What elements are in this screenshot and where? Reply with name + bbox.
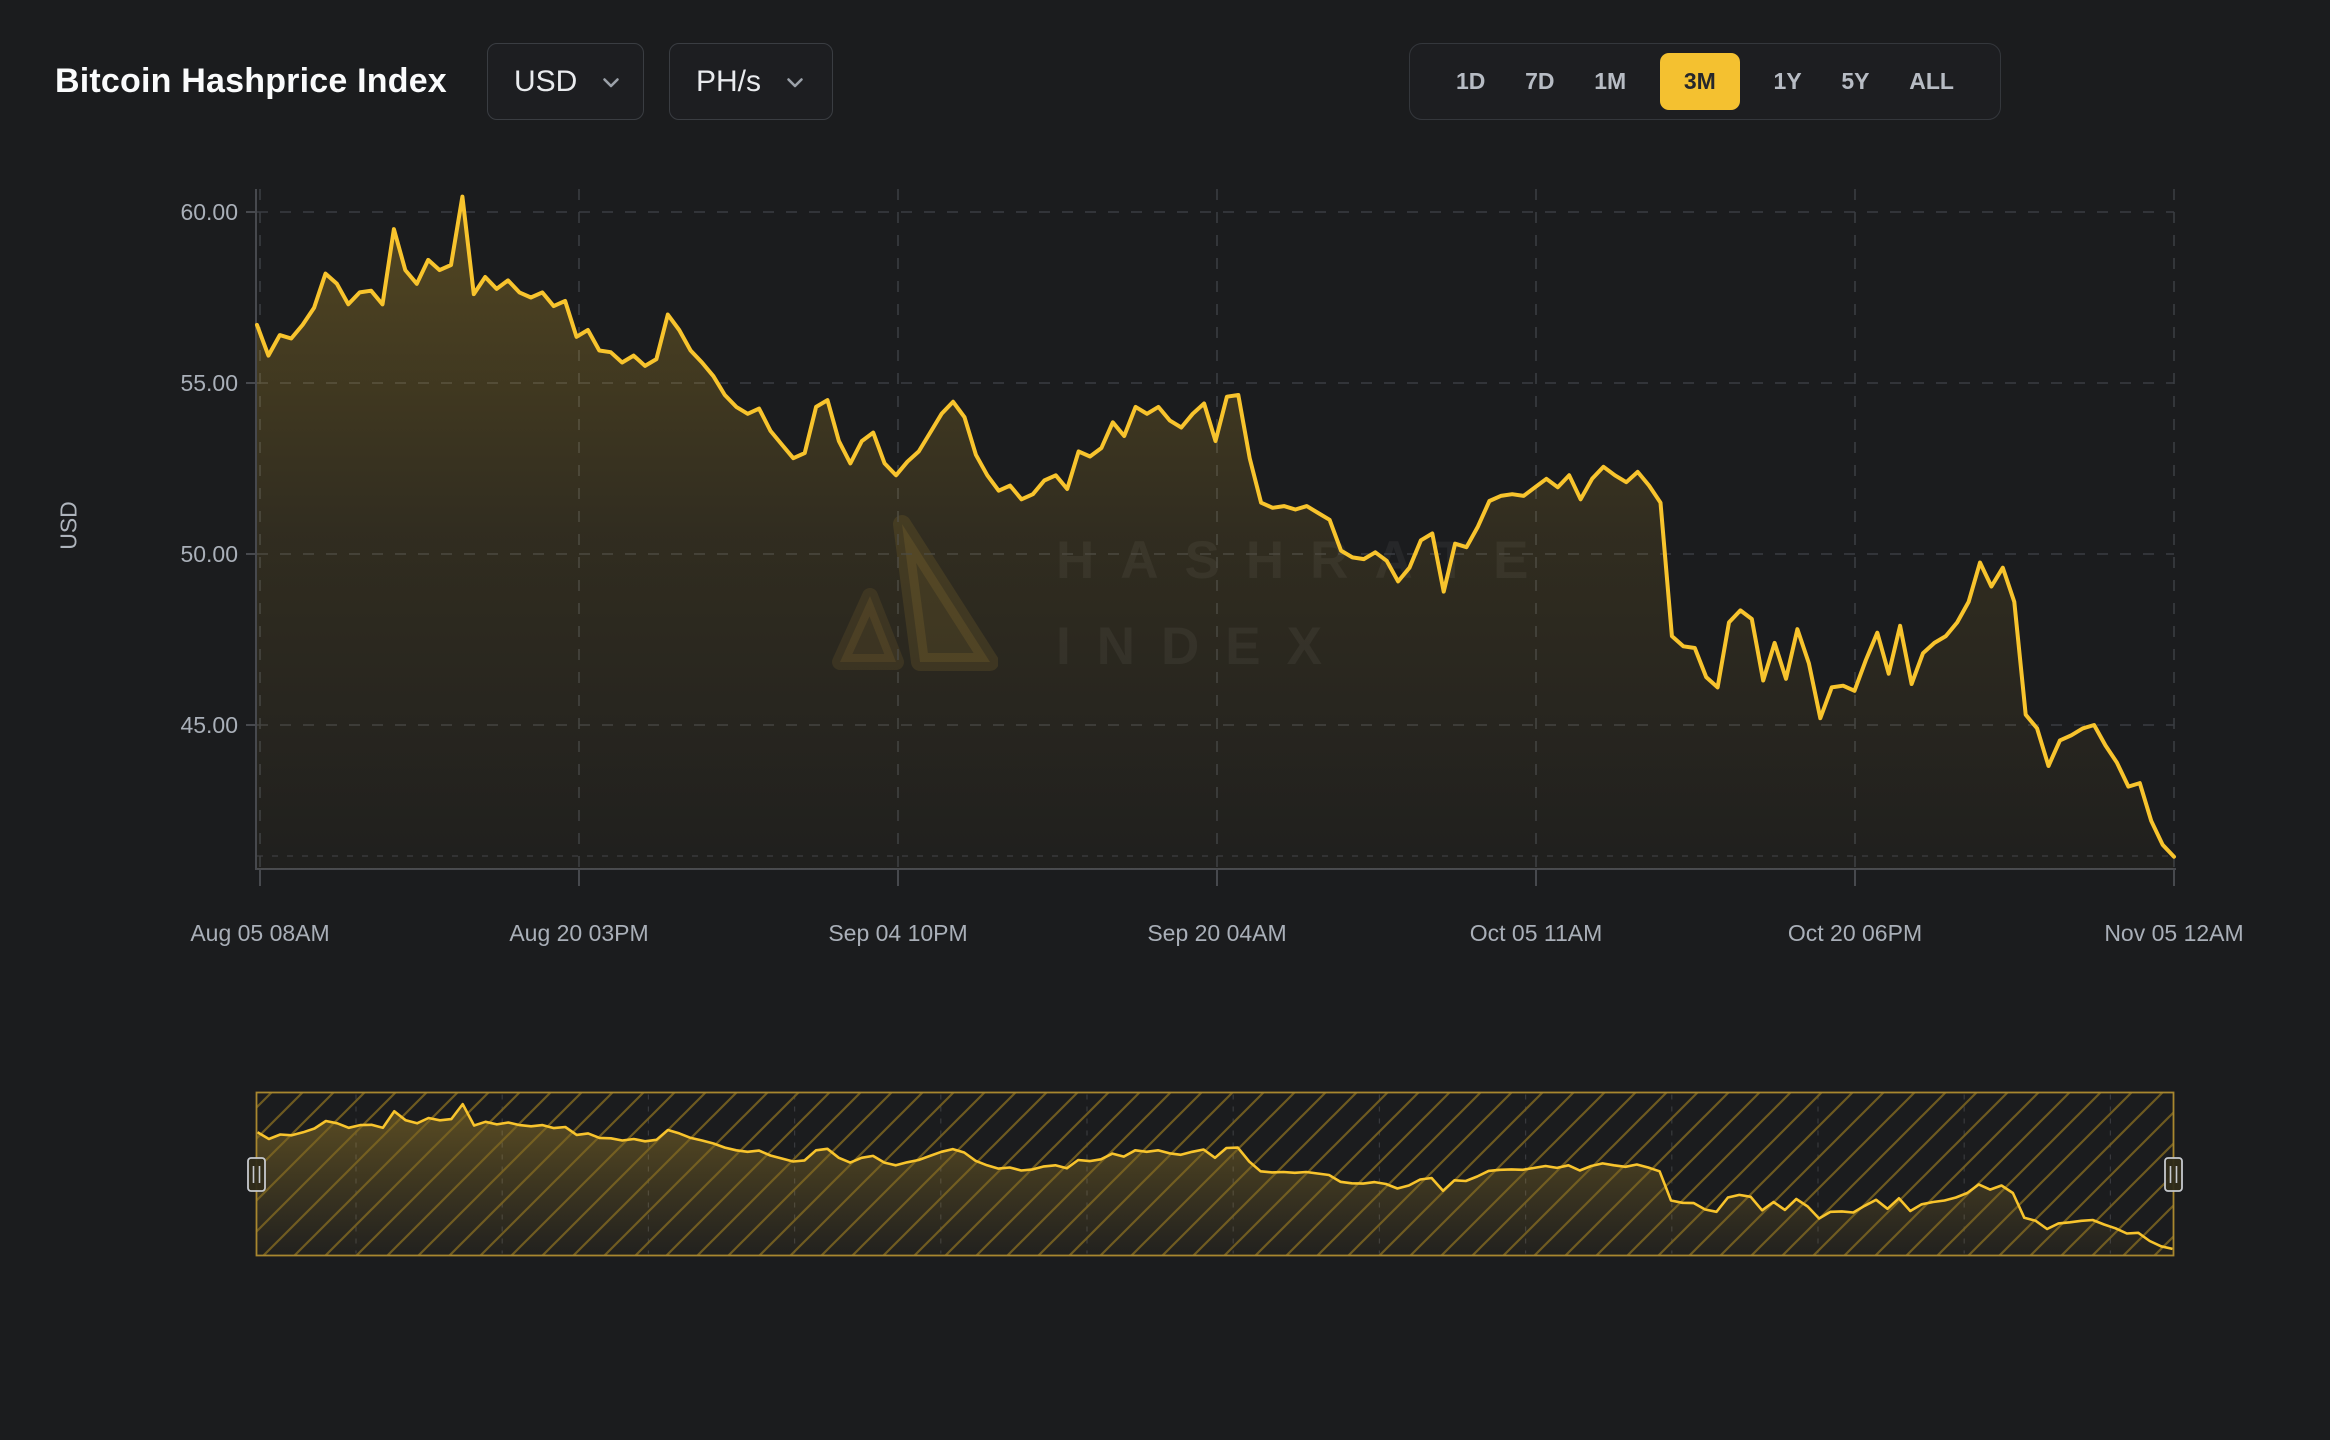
x-tick-label: Aug 05 08AM [190,920,329,946]
y-tick-label: 60.00 [180,199,238,225]
navigator-handle-left[interactable] [248,1158,265,1191]
x-tick-label: Sep 20 04AM [1147,920,1286,946]
x-tick-label: Oct 05 11AM [1470,920,1603,946]
plot-area[interactable] [257,189,2174,869]
y-tick-label: 55.00 [180,370,238,396]
hashprice-chart-page: Bitcoin Hashprice Index USD PH/s 1D 7D 1… [0,0,2330,1440]
x-tick-label: Sep 04 10PM [828,920,967,946]
x-tick-label: Aug 20 03PM [509,920,648,946]
x-tick-label: Nov 05 12AM [2104,920,2243,946]
navigator-handle-right[interactable] [2165,1158,2182,1191]
y-tick-label: 50.00 [180,541,238,567]
y-tick-label: 45.00 [180,712,238,738]
price-chart: 60.00 55.00 50.00 45.00 Aug 05 08AM Aug 20 03… [0,0,2330,1440]
navigator[interactable] [248,1093,2182,1256]
x-tick-label: Oct 20 06PM [1788,920,1922,946]
